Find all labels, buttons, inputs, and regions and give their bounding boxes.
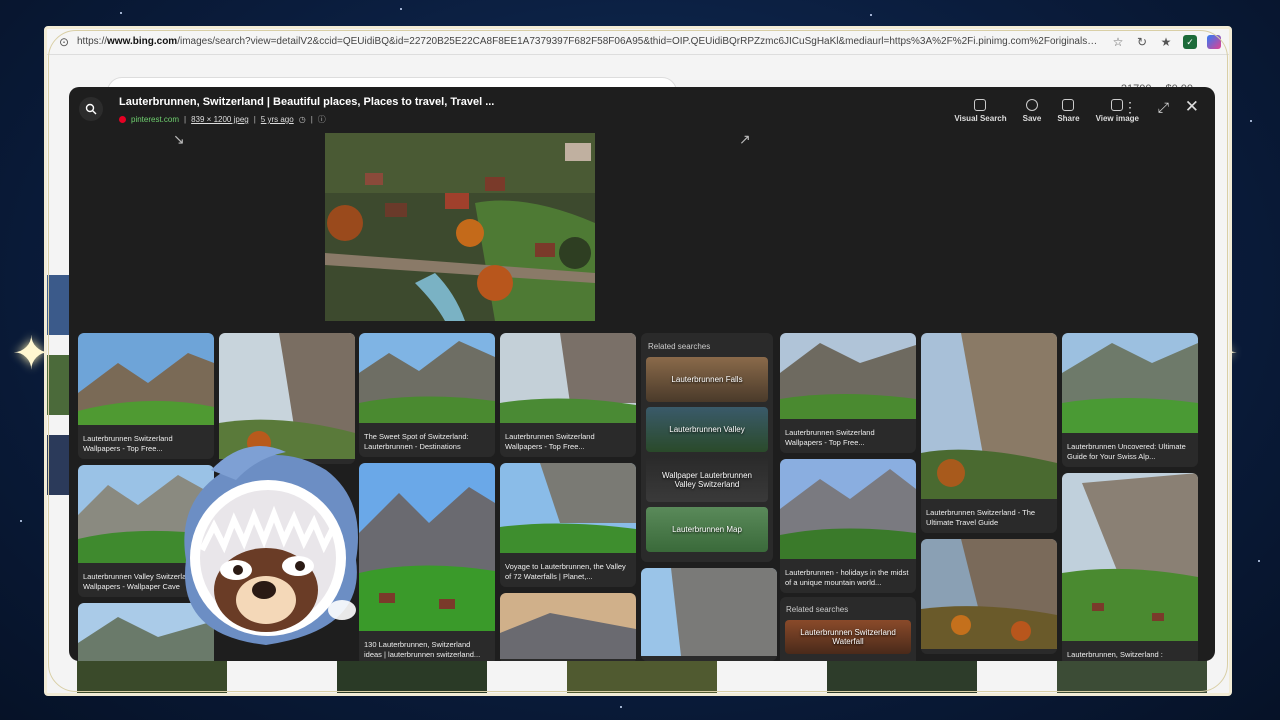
share-button[interactable]: Share	[1057, 99, 1080, 123]
visual-search-button[interactable]: Visual Search	[954, 99, 1007, 123]
valley-photo	[359, 333, 495, 423]
main-image[interactable]	[325, 133, 595, 321]
valley-photo	[1062, 473, 1198, 641]
background-thumb	[47, 355, 71, 415]
overlay-actions: Visual Search Save Share View image	[954, 99, 1139, 123]
sparkle-dot	[400, 8, 402, 10]
visual-search-icon	[974, 99, 987, 111]
image-dimensions[interactable]: 839 × 1200 jpeg	[191, 115, 249, 124]
background-thumb	[47, 435, 71, 495]
image-caption: 130 Lauterbrunnen, Switzerland ideas | l…	[364, 640, 481, 659]
next-image-arrow-icon[interactable]: ↗	[739, 131, 751, 148]
overlay-search-button[interactable]	[79, 97, 103, 121]
search-icon	[85, 103, 97, 115]
favorite-star-icon[interactable]: ☆	[1111, 35, 1125, 49]
sparkle-dot	[870, 14, 872, 16]
related-searches-heading: Related searches	[786, 605, 849, 614]
grid-column: Lauterbrunnen Uncovered: Ultimate Guide …	[1062, 333, 1198, 661]
image-card[interactable]: 130 Lauterbrunnen, Switzerland ideas | l…	[359, 463, 495, 661]
history-icon: ◷	[298, 115, 306, 124]
info-icon[interactable]: ⓘ	[318, 114, 326, 125]
related-search-tile[interactable]: Lauterbrunnen Map	[646, 507, 768, 552]
address-bar[interactable]: ⊙ https://www.bing.com/images/search?vie…	[47, 29, 1229, 55]
close-icon[interactable]: ✕	[1185, 97, 1199, 117]
image-card[interactable]: Lauterbrunnen Uncovered: Ultimate Guide …	[1062, 333, 1198, 467]
image-caption: Voyage to Lauterbrunnen, the Valley of 7…	[505, 562, 626, 581]
valley-photo	[359, 463, 495, 631]
grid-column: Lauterbrunnen Switzerland Wallpapers - T…	[500, 333, 636, 661]
related-searches-panel: Related searches Lauterbrunnen Switzerla…	[780, 597, 916, 661]
related-search-tile[interactable]: Wallpaper Lauterbrunnen Valley Switzerla…	[646, 457, 768, 502]
image-card[interactable]: Lauterbrunnen Switzerland Wallpapers - T…	[500, 333, 636, 457]
sunset-photo	[500, 593, 636, 659]
shark-costume-mascot-sticker	[184, 446, 358, 645]
more-options-icon[interactable]: ⋮	[1123, 99, 1137, 116]
site-info-icon[interactable]: ⊙	[57, 35, 71, 49]
sparkle-dot	[1258, 560, 1260, 562]
image-caption: Lauterbrunnen Switzerland Wallpapers - T…	[785, 428, 875, 447]
grid-column: Lauterbrunnen Switzerland Wallpapers - T…	[780, 333, 916, 599]
valley-photo	[500, 463, 636, 553]
image-caption: Lauterbrunnen Uncovered: Ultimate Guide …	[1067, 442, 1186, 461]
grid-column: The Sweet Spot of Switzerland: Lauterbru…	[359, 333, 495, 661]
image-card[interactable]	[641, 568, 777, 661]
image-card[interactable]	[921, 539, 1057, 654]
cliff-photo	[921, 333, 1057, 499]
divider: |	[253, 115, 256, 124]
pinterest-icon	[119, 116, 126, 123]
autumn-valley-photo	[921, 539, 1057, 649]
sparkle-dot	[1250, 120, 1252, 122]
related-search-tile[interactable]: Lauterbrunnen Switzerland Waterfall	[785, 620, 911, 654]
image-card[interactable]: The Sweet Spot of Switzerland: Lauterbru…	[359, 333, 495, 457]
overlay-header: Lauterbrunnen, Switzerland | Beautiful p…	[69, 87, 1215, 133]
expand-icon[interactable]: ⤢	[1158, 99, 1169, 116]
divider: |	[310, 115, 313, 124]
background-thumb	[47, 275, 71, 335]
copilot-icon[interactable]	[1207, 34, 1221, 49]
related-searches-heading: Related searches	[648, 342, 711, 351]
image-card[interactable]: Lauterbrunnen, Switzerland :	[1062, 473, 1198, 661]
valley-photo	[780, 333, 916, 419]
valley-photo	[78, 333, 214, 425]
image-card[interactable]: Voyage to Lauterbrunnen, the Valley of 7…	[500, 463, 636, 587]
favorites-icon[interactable]: ★	[1159, 35, 1173, 49]
image-card[interactable]: Lauterbrunnen Switzerland Wallpapers - T…	[780, 333, 916, 453]
url-text[interactable]: https://www.bing.com/images/search?view=…	[77, 36, 1101, 47]
waterfall-photo	[641, 568, 777, 656]
sparkle-dot	[120, 12, 122, 14]
image-card[interactable]: Lauterbrunnen Switzerland - The Ultimate…	[921, 333, 1057, 533]
image-caption: The Sweet Spot of Switzerland: Lauterbru…	[364, 432, 469, 451]
save-button[interactable]: Save	[1023, 99, 1041, 123]
save-icon	[1025, 99, 1038, 111]
waterfall-photo	[500, 333, 636, 423]
related-searches-panel: Related searches Lauterbrunnen Falls Lau…	[641, 333, 773, 562]
image-caption: Lauterbrunnen, Switzerland :	[1067, 650, 1163, 659]
related-search-tile[interactable]: Lauterbrunnen Valley	[646, 407, 768, 452]
image-caption: Lauterbrunnen - holidays in the midst of…	[785, 568, 909, 587]
previous-image-arrow-icon[interactable]: ↘	[173, 131, 185, 148]
share-icon	[1062, 99, 1075, 111]
valley-photo	[1062, 333, 1198, 433]
refresh-icon[interactable]: ↻	[1135, 35, 1149, 49]
grid-column: Lauterbrunnen Switzerland - The Ultimate…	[921, 333, 1057, 660]
sparkle-dot	[20, 520, 22, 522]
image-caption: Lauterbrunnen Switzerland - The Ultimate…	[926, 508, 1036, 527]
image-card[interactable]: Lauterbrunnen - holidays in the midst of…	[780, 459, 916, 593]
sparkle-dot	[620, 706, 622, 708]
image-meta: pinterest.com | 839 × 1200 jpeg | 5 yrs …	[119, 114, 326, 125]
image-caption: Lauterbrunnen Switzerland Wallpapers - T…	[505, 432, 595, 451]
divider: |	[184, 115, 187, 124]
image-title[interactable]: Lauterbrunnen, Switzerland | Beautiful p…	[119, 96, 494, 108]
related-search-tile[interactable]: Lauterbrunnen Falls	[646, 357, 768, 402]
image-source-link[interactable]: pinterest.com	[131, 115, 179, 124]
image-age: 5 yrs ago	[260, 115, 294, 124]
image-card[interactable]	[500, 593, 636, 661]
mountain-photo	[780, 459, 916, 559]
extension-icon[interactable]: ✓	[1183, 34, 1197, 49]
view-image-icon	[1111, 99, 1124, 111]
village-photo	[325, 133, 595, 321]
